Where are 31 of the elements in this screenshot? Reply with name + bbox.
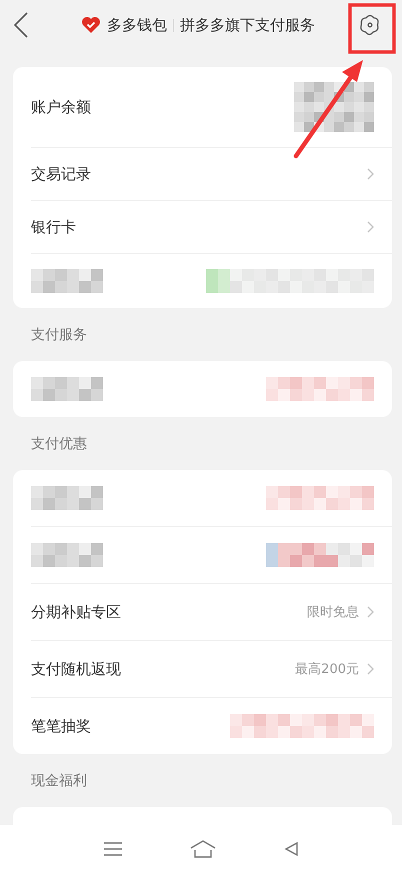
row-label: 笔笔抽奖 (31, 716, 92, 736)
row-value: 限时免息 (307, 604, 359, 621)
row-value: 最高200元 (295, 661, 359, 678)
list-row[interactable]: 分期补贴专区 限时免息 (31, 584, 392, 641)
chevron-right-icon (367, 606, 374, 618)
blurred-text-drawing (31, 486, 103, 510)
heart-logo-icon (81, 16, 101, 34)
back-icon[interactable] (283, 840, 299, 856)
row-label: 分期补贴专区 (31, 602, 122, 622)
list-row[interactable]: 银行卡 (31, 201, 392, 254)
row-label: 支付随机返现 (31, 660, 122, 678)
list-row[interactable]: 交易记录 (31, 148, 392, 201)
blurred-text-drawing (31, 377, 103, 401)
section-title: 支付服务 (31, 326, 87, 344)
highlight-frame (348, 3, 396, 54)
row-label: 交易记录 (31, 164, 92, 184)
header-subtitle: 拼多多旗下支付服务 (180, 16, 315, 34)
chevron-right-icon (367, 221, 374, 233)
menu-icon[interactable] (103, 840, 123, 856)
chevron-right-icon (367, 663, 374, 675)
chevron-right-icon (367, 168, 374, 180)
section-title: 支付优惠 (31, 434, 87, 452)
brand-name: 多多钱包 (107, 16, 167, 34)
home-icon[interactable] (189, 840, 217, 858)
back-icon[interactable] (14, 12, 28, 38)
blurred-text-drawing (31, 543, 103, 567)
row-label: 银行卡 (31, 218, 77, 236)
row-label: 账户余额 (31, 98, 92, 116)
blurred-text-drawing (31, 269, 103, 293)
section-title: 现金福利 (31, 772, 87, 790)
list-row[interactable]: 支付随机返现 最高200元 (31, 641, 392, 698)
